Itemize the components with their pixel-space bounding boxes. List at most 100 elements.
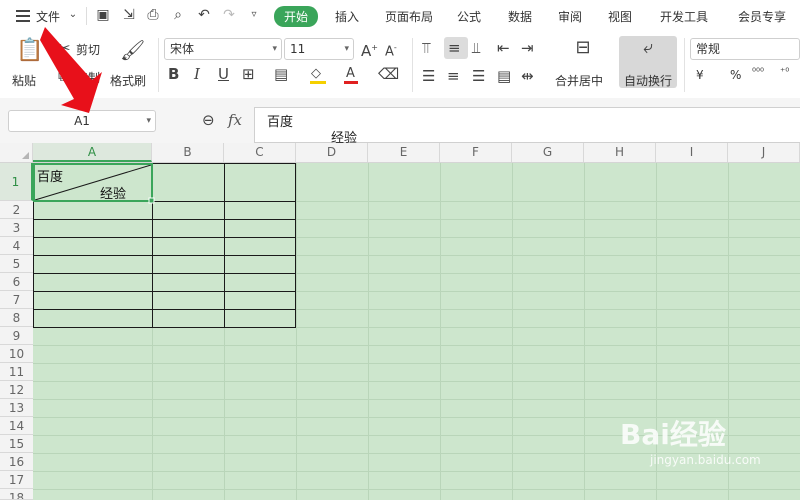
indent-decrease-icon[interactable]: ⇤ xyxy=(497,40,510,56)
row-header-4[interactable]: 4 xyxy=(0,237,33,255)
print-preview-icon[interactable]: ⌕ xyxy=(171,8,185,22)
font-name-select[interactable]: 宋体 ▾ xyxy=(164,38,282,60)
row-header-7[interactable]: 7 xyxy=(0,291,33,309)
wrap-text-label: 自动换行 xyxy=(624,74,673,88)
fill-color-icon[interactable]: ◇ xyxy=(310,66,326,84)
row-header-1[interactable]: 1 xyxy=(0,163,33,201)
thousands-separator-icon[interactable]: ⁰⁰⁰ xyxy=(752,65,764,81)
row-header-17[interactable]: 17 xyxy=(0,471,33,489)
tab-view[interactable]: 视图 xyxy=(608,8,632,25)
tab-data[interactable]: 数据 xyxy=(508,8,532,25)
bold-icon[interactable]: B xyxy=(168,66,179,82)
row-header-9[interactable]: 9 xyxy=(0,327,33,345)
column-header-c[interactable]: C xyxy=(224,143,296,162)
annotation-arrow xyxy=(40,27,102,113)
watermark-brand: Bai经验 xyxy=(620,418,726,451)
cell-a1-top-text: 百度 xyxy=(37,170,64,185)
decrease-font-icon[interactable]: A- xyxy=(385,40,397,60)
formula-text-line1: 百度 xyxy=(267,115,294,130)
column-header-i[interactable]: I xyxy=(656,143,728,162)
row-header-18[interactable]: 18 xyxy=(0,489,33,500)
align-top-icon[interactable]: ⫪ xyxy=(422,40,430,56)
border-icon[interactable]: ⊞ xyxy=(242,66,255,82)
tab-formulas[interactable]: 公式 xyxy=(457,8,481,25)
column-header-g[interactable]: G xyxy=(512,143,584,162)
row-header-14[interactable]: 14 xyxy=(0,417,33,435)
divider xyxy=(158,38,159,92)
align-center-icon[interactable]: ≡ xyxy=(447,68,460,84)
currency-button[interactable]: ¥ xyxy=(696,68,704,82)
fx-label[interactable]: fx xyxy=(228,111,242,129)
column-header-d[interactable]: D xyxy=(296,143,368,162)
number-format-value: 常规 xyxy=(696,42,721,56)
font-name-value: 宋体 xyxy=(170,42,195,56)
row-header-2[interactable]: 2 xyxy=(0,201,33,219)
tab-member[interactable]: 会员专享 xyxy=(738,8,786,25)
row-header-8[interactable]: 8 xyxy=(0,309,33,327)
row-header-3[interactable]: 3 xyxy=(0,219,33,237)
chevron-down-icon: ▾ xyxy=(344,44,349,54)
tab-page-layout[interactable]: 页面布局 xyxy=(385,8,433,25)
align-middle-icon: ≡ xyxy=(448,39,461,57)
column-header-b[interactable]: B xyxy=(152,143,224,162)
table-borders xyxy=(33,163,296,328)
column-header-bar: A B C D E F G H I J xyxy=(0,143,800,163)
distributed-icon[interactable]: ⇹ xyxy=(521,68,534,84)
row-header-6[interactable]: 6 xyxy=(0,273,33,291)
align-middle-button[interactable]: ≡ xyxy=(444,37,468,59)
watermark-url: jingyan.baidu.com xyxy=(650,453,761,467)
justify-icon[interactable]: ▤ xyxy=(497,68,511,84)
divider xyxy=(412,38,413,92)
divider xyxy=(684,38,685,92)
fill-style-icon[interactable]: ▤ xyxy=(274,66,288,82)
formula-input[interactable]: 百度 经验 xyxy=(254,107,800,146)
redo-icon[interactable]: ↷ xyxy=(222,8,236,22)
row-header-16[interactable]: 16 xyxy=(0,453,33,471)
merge-center-button[interactable]: ⊟ 合并居中 xyxy=(552,36,614,89)
merge-center-label: 合并居中 xyxy=(555,74,604,88)
tab-review[interactable]: 审阅 xyxy=(558,8,582,25)
indent-increase-icon[interactable]: ⇥ xyxy=(521,40,534,56)
align-bottom-icon[interactable]: ⫫ xyxy=(472,40,480,56)
percent-button[interactable]: % xyxy=(730,68,741,82)
align-left-icon[interactable]: ☰ xyxy=(422,68,435,84)
fill-handle xyxy=(148,197,155,204)
underline-icon[interactable]: U xyxy=(218,66,229,82)
align-right-icon[interactable]: ☰ xyxy=(472,68,485,84)
baidu-watermark: Bai经验 jingyan.baidu.com xyxy=(610,413,800,473)
zoom-search-icon[interactable]: ⊖ xyxy=(202,112,215,128)
increase-font-icon[interactable]: A+ xyxy=(361,40,378,59)
print-icon[interactable]: ⎙ xyxy=(146,8,160,22)
wrap-text-button[interactable]: ⤶ 自动换行 xyxy=(619,36,677,88)
column-header-a[interactable]: A xyxy=(33,143,152,162)
cell-a1-bottom-text: 经验 xyxy=(100,187,127,202)
undo-icon[interactable]: ↶ xyxy=(197,8,211,22)
row-header-10[interactable]: 10 xyxy=(0,345,33,363)
row-header-12[interactable]: 12 xyxy=(0,381,33,399)
eraser-icon[interactable]: ⌫ xyxy=(378,66,399,82)
quick-access-dropdown-icon[interactable]: ▿ xyxy=(247,8,261,22)
font-size-value: 11 xyxy=(290,42,306,56)
tab-home[interactable]: 开始 xyxy=(274,6,319,27)
row-header-11[interactable]: 11 xyxy=(0,363,33,381)
merge-cells-icon: ⊟ xyxy=(575,37,591,58)
row-header-15[interactable]: 15 xyxy=(0,435,33,453)
chevron-down-icon: ▾ xyxy=(272,44,277,54)
chevron-down-icon: ▾ xyxy=(146,116,151,126)
wrap-text-icon: ⤶ xyxy=(642,37,654,58)
row-header-13[interactable]: 13 xyxy=(0,399,33,417)
column-header-e[interactable]: E xyxy=(368,143,440,162)
font-size-select[interactable]: 11 ▾ xyxy=(284,38,354,60)
tab-developer[interactable]: 开发工具 xyxy=(660,8,708,25)
column-header-j[interactable]: J xyxy=(728,143,800,162)
row-header-5[interactable]: 5 xyxy=(0,255,33,273)
column-header-h[interactable]: H xyxy=(584,143,656,162)
italic-icon[interactable]: I xyxy=(194,66,200,82)
tab-insert[interactable]: 插入 xyxy=(335,8,359,25)
increase-decimal-icon[interactable]: ⁺⁰ xyxy=(780,65,789,81)
number-format-select[interactable]: 常规 xyxy=(690,38,800,60)
worksheet-grid[interactable]: 百度 经验 Bai经验 jingyan.baidu.com xyxy=(33,163,800,500)
select-all-corner[interactable] xyxy=(0,143,33,162)
column-header-f[interactable]: F xyxy=(440,143,512,162)
font-color-icon[interactable]: A xyxy=(344,66,358,84)
